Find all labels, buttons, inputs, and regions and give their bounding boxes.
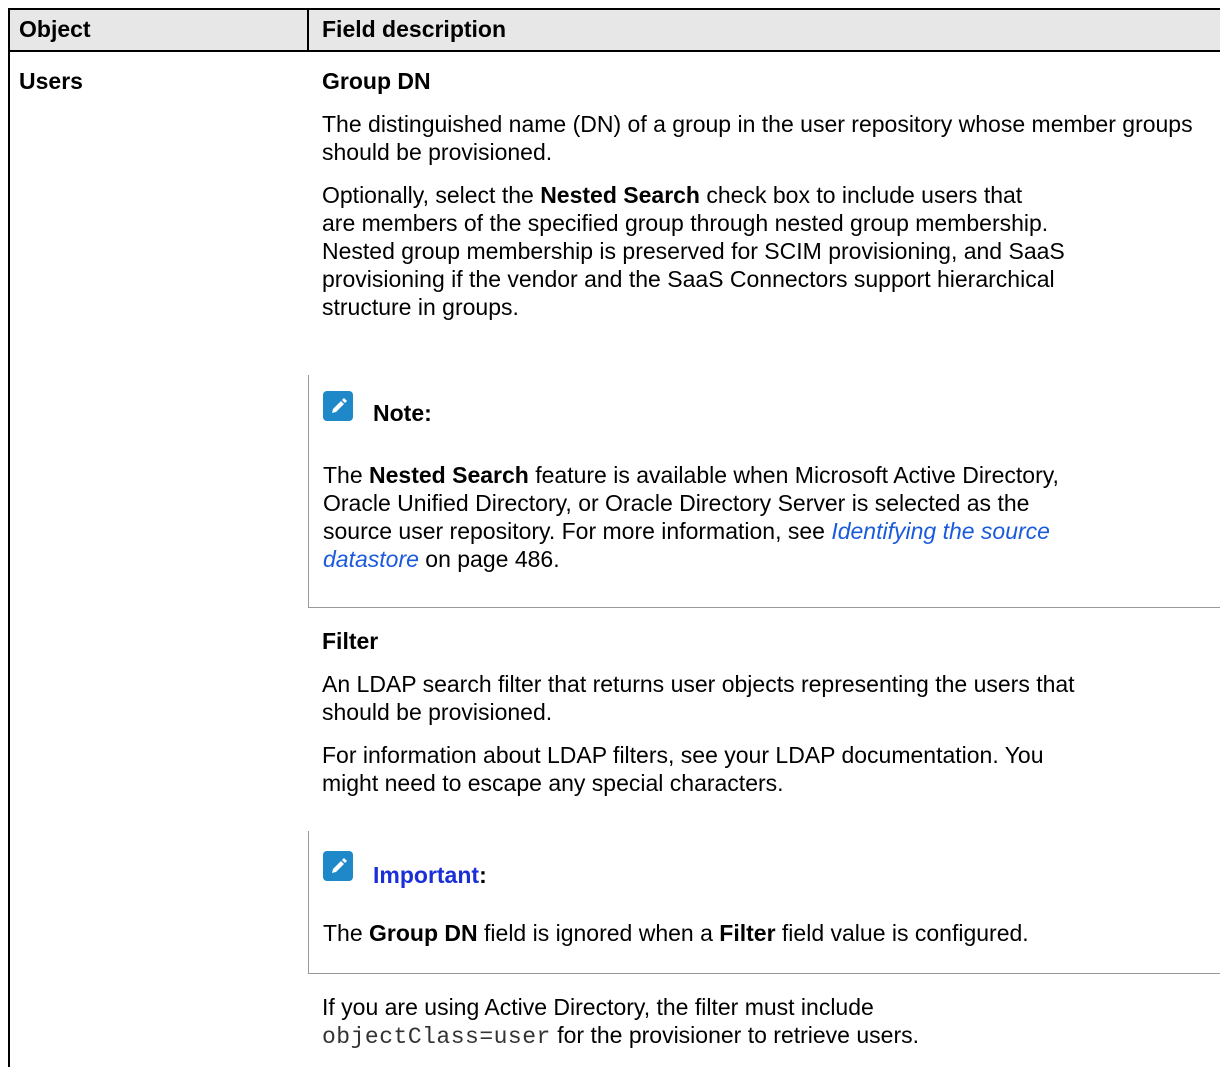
- column-header-field-description: Field description: [322, 16, 507, 42]
- nested-search-term: Nested Search: [540, 182, 700, 208]
- header-divider: [8, 50, 1220, 52]
- table-left-border: [8, 8, 10, 1067]
- table-top-border: [8, 8, 1220, 10]
- filter-section: Filter An LDAP search filter that return…: [322, 627, 1202, 797]
- row-object-label: Users: [19, 68, 83, 94]
- filter-heading: Filter: [322, 628, 379, 654]
- group-dn-section: Group DN The distinguished name (DN) of …: [322, 67, 1202, 321]
- group-dn-description: The distinguished name (DN) of a group i…: [322, 111, 1193, 165]
- note-body: The Nested Search feature is available w…: [323, 462, 1059, 572]
- filter-description: An LDAP search filter that returns user …: [322, 671, 1075, 725]
- important-label: Important:: [373, 862, 487, 888]
- pencil-icon: [323, 851, 353, 881]
- nested-search-term: Nested Search: [369, 462, 529, 488]
- nested-search-paragraph: Optionally, select the Nested Search che…: [322, 182, 1065, 320]
- pencil-icon: [323, 391, 353, 421]
- important-body: The Group DN field is ignored when a Fil…: [323, 920, 1029, 946]
- ldap-filters-info: For information about LDAP filters, see …: [322, 742, 1044, 796]
- active-directory-paragraph: If you are using Active Directory, the f…: [322, 994, 920, 1050]
- identifying-source-datastore-link[interactable]: Identifying the source: [831, 518, 1050, 544]
- identifying-source-datastore-link-continued[interactable]: datastore: [323, 546, 419, 572]
- objectclass-code: objectClass=user: [322, 1024, 551, 1050]
- column-header-object: Object: [19, 16, 91, 42]
- important-callout: Important: The Group DN field is ignored…: [308, 831, 1220, 974]
- note-label: Note:: [373, 400, 432, 426]
- header-column-divider: [307, 8, 309, 51]
- group-dn-heading: Group DN: [322, 68, 431, 94]
- note-callout: Note: The Nested Search feature is avail…: [308, 375, 1220, 608]
- table-header-background: [9, 9, 1220, 51]
